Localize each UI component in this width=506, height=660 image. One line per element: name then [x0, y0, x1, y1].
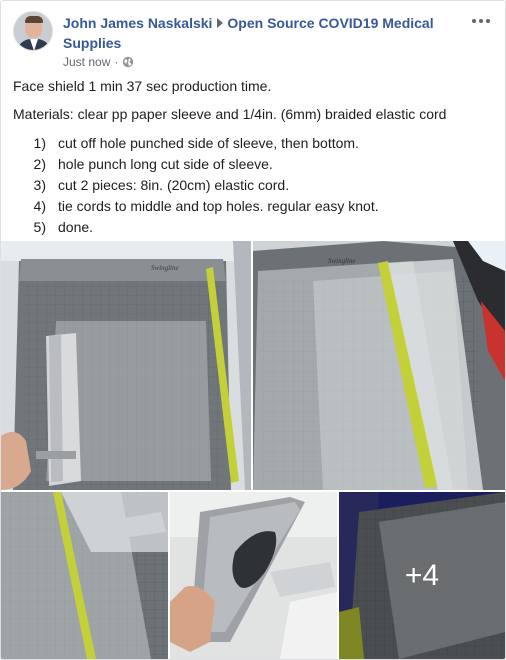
post-body: Face shield 1 min 37 sec production time…	[13, 77, 493, 238]
step-text: cut 2 pieces: 8in. (20cm) elastic cord.	[58, 177, 290, 193]
step-number: 2)	[33, 156, 46, 172]
photo-paper-cutter-2[interactable]: Swingline	[253, 241, 505, 490]
photo-paper-cutter-3[interactable]	[1, 492, 168, 659]
photo-more[interactable]: +4	[339, 492, 505, 659]
photo-paper-cutter-1[interactable]: Swingline	[1, 241, 251, 490]
steps-list: 1) cut off hole punched side of sleeve, t…	[13, 133, 493, 238]
step-text: tie cords to middle and top holes. regul…	[58, 198, 379, 214]
svg-text:Swingline: Swingline	[328, 257, 356, 265]
more-options-icon[interactable]	[469, 11, 493, 31]
photo-grid: Swingline Swingline +4	[1, 241, 505, 659]
post-title: John James Naskalski Open Source COVID19 …	[63, 13, 443, 53]
globe-icon[interactable]	[122, 56, 134, 68]
list-item: 2) hole punch long cut side of sleeve.	[13, 154, 493, 175]
arrow-right-icon	[217, 18, 224, 28]
list-item: 3) cut 2 pieces: 8in. (20cm) elastic cord…	[13, 175, 493, 196]
post-card: John James Naskalski Open Source COVID19 …	[0, 0, 506, 660]
step-text: cut off hole punched side of sleeve, the…	[58, 135, 359, 151]
list-item: 1) cut off hole punched side of sleeve, t…	[13, 133, 493, 154]
post-header: John James Naskalski Open Source COVID19 …	[13, 11, 495, 71]
list-item: 4) tie cords to middle and top holes. reg…	[13, 196, 493, 217]
list-item: 5) done.	[13, 217, 493, 238]
step-text: done.	[58, 219, 94, 235]
more-photos-overlay[interactable]: +4	[339, 492, 505, 659]
author-link[interactable]: John James Naskalski	[63, 15, 212, 31]
step-number: 4)	[33, 198, 46, 214]
step-number: 1)	[33, 135, 46, 151]
post-meta: Just now ·	[63, 55, 134, 69]
avatar[interactable]	[13, 11, 53, 51]
step-number: 3)	[33, 177, 46, 193]
step-number: 5)	[33, 219, 46, 235]
photo-hole-punch[interactable]	[170, 492, 337, 659]
post-text-line: Face shield 1 min 37 sec production time…	[13, 78, 272, 94]
timestamp[interactable]: Just now	[63, 55, 110, 69]
step-text: hole punch long cut side of sleeve.	[58, 156, 273, 172]
more-photos-count: +4	[404, 558, 440, 592]
post-text-line: Materials: clear pp paper sleeve and 1/4…	[13, 106, 447, 122]
svg-text:Swingline: Swingline	[151, 264, 179, 272]
